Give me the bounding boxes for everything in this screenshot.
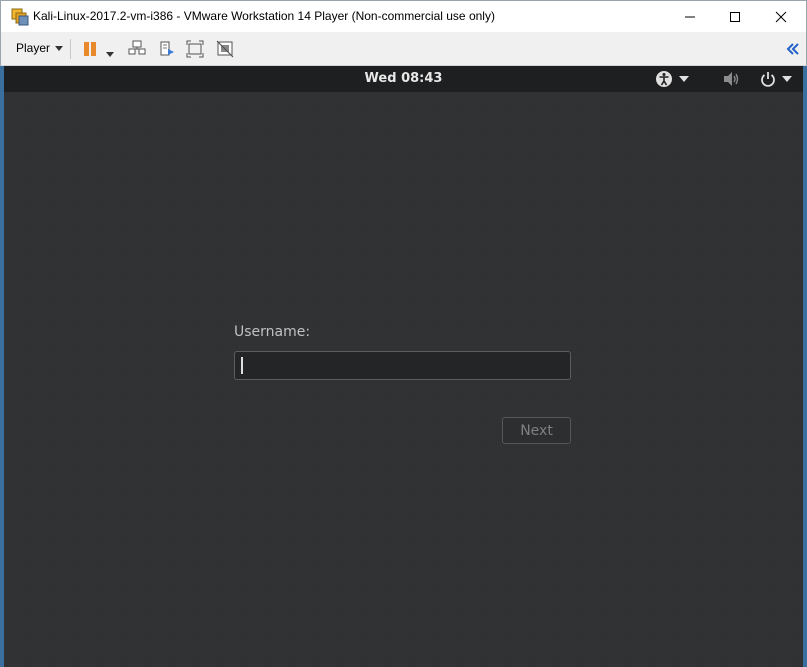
toolbar-divider — [70, 39, 71, 59]
window-frame-right — [803, 66, 807, 667]
accessibility-icon — [656, 71, 672, 87]
removable-devices-icon[interactable] — [158, 40, 176, 58]
username-input[interactable] — [234, 351, 571, 380]
player-menu-button[interactable]: Player — [16, 41, 64, 55]
system-menu[interactable] — [722, 70, 792, 88]
power-icon — [761, 72, 775, 87]
chevron-down-icon — [55, 45, 64, 51]
text-caret — [241, 357, 243, 374]
guest-screen[interactable]: Wed 08:43 Username: Next — [4, 66, 803, 667]
window-title: Kali-Linux-2017.2-vm-i386 - VMware Works… — [33, 9, 495, 23]
gnome-top-bar: Wed 08:43 — [4, 66, 803, 92]
vmware-app-icon[interactable] — [11, 8, 29, 26]
next-button[interactable]: Next — [502, 417, 571, 444]
pause-icon[interactable] — [82, 40, 100, 58]
accessibility-menu[interactable] — [655, 70, 689, 88]
player-menu-label: Player — [16, 41, 51, 55]
player-toolbar: Player — [0, 32, 807, 66]
send-ctrl-alt-del-icon[interactable] — [128, 40, 146, 58]
chevron-down-icon — [679, 76, 689, 82]
minimize-button[interactable] — [667, 1, 713, 32]
full-screen-icon[interactable] — [186, 40, 204, 58]
collapse-toolbar-icon[interactable] — [786, 41, 800, 57]
close-button[interactable] — [758, 1, 804, 32]
volume-icon — [724, 72, 739, 86]
window-title-bar: Kali-Linux-2017.2-vm-i386 - VMware Works… — [0, 0, 807, 32]
maximize-button[interactable] — [712, 1, 758, 32]
username-label: Username: — [234, 324, 311, 340]
chevron-down-icon — [782, 76, 792, 82]
chevron-down-icon[interactable] — [105, 45, 115, 57]
unity-icon[interactable] — [216, 40, 234, 58]
